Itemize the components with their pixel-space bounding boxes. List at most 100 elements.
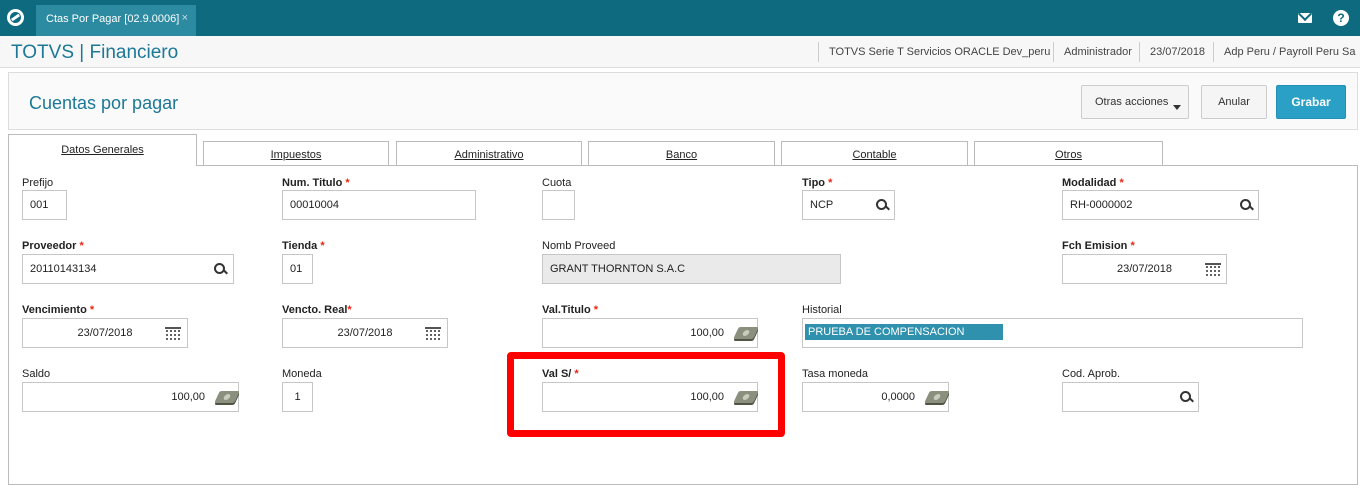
tienda-label: Tienda * bbox=[282, 240, 325, 252]
saldo-value: 100,00 bbox=[171, 391, 205, 403]
historial-value: PRUEBA DE COMPENSACION bbox=[805, 324, 1003, 340]
val-titulo-field[interactable]: 100,00 bbox=[542, 318, 759, 348]
tab-banco[interactable]: Banco bbox=[588, 141, 775, 167]
mail-icon[interactable] bbox=[1298, 13, 1312, 23]
num-titulo-label-text: Num. Titulo bbox=[282, 177, 343, 189]
required-marker: * bbox=[89, 304, 95, 316]
fch-emision-value: 23/07/2018 bbox=[1116, 263, 1173, 275]
more-actions-label: Otras acciones bbox=[1095, 96, 1169, 108]
vencimiento-field[interactable]: 23/07/2018 bbox=[22, 318, 188, 348]
tab-impuestos[interactable]: Impuestos bbox=[203, 141, 389, 167]
vencto-real-value: 23/07/2018 bbox=[337, 327, 393, 339]
divider bbox=[1053, 42, 1054, 62]
totvs-logo-icon[interactable] bbox=[7, 9, 24, 26]
nomb-proveed-field: GRANT THORNTON S.A.C bbox=[542, 254, 841, 284]
proveedor-field[interactable]: 20110143134 bbox=[22, 254, 234, 284]
highlight-box bbox=[507, 352, 785, 437]
cuota-label: Cuota bbox=[542, 177, 572, 189]
fch-emision-field[interactable]: 23/07/2018 bbox=[1062, 254, 1227, 284]
top-bar: Ctas Por Pagar [02.9.0006] × ? bbox=[0, 0, 1360, 36]
cancel-button[interactable]: Anular bbox=[1201, 85, 1267, 119]
moneda-label: Moneda bbox=[282, 368, 322, 380]
num-titulo-field[interactable]: 00010004 bbox=[282, 190, 476, 220]
modalidad-value: RH-0000002 bbox=[1070, 199, 1133, 211]
tienda-label-text: Tienda bbox=[282, 240, 318, 252]
help-icon[interactable]: ? bbox=[1333, 10, 1349, 26]
required-marker: * bbox=[1119, 177, 1124, 189]
vencimiento-label-text: Vencimiento bbox=[22, 304, 87, 316]
historial-label: Historial bbox=[802, 304, 842, 316]
prefijo-field[interactable]: 001 bbox=[22, 190, 67, 220]
vencto-real-label: Vencto. Real* bbox=[282, 304, 352, 316]
fch-emision-label: Fch Emision * bbox=[1062, 240, 1135, 252]
environment-label: TOTVS Serie T Servicios ORACLE Dev_peru bbox=[829, 46, 1051, 58]
cuota-field[interactable] bbox=[542, 190, 575, 220]
tab-contable[interactable]: Contable bbox=[781, 141, 968, 167]
user-label: Administrador bbox=[1064, 46, 1132, 58]
divider bbox=[1213, 42, 1214, 62]
vencto-real-label-text: Vencto. Real bbox=[282, 304, 348, 316]
app-header: TOTVS | Financiero TOTVS Serie T Servici… bbox=[0, 36, 1360, 68]
num-titulo-label: Num. Titulo * bbox=[282, 177, 350, 189]
required-marker: * bbox=[347, 304, 352, 316]
more-actions-button[interactable]: Otras acciones bbox=[1081, 85, 1189, 119]
prefijo-value: 001 bbox=[30, 199, 49, 211]
tipo-field[interactable]: NCP bbox=[802, 190, 895, 220]
cod-aprob-field[interactable] bbox=[1062, 382, 1199, 412]
tasa-moneda-value: 0,0000 bbox=[881, 391, 915, 403]
money-icon[interactable] bbox=[733, 327, 759, 339]
tab-datos-generales[interactable]: Datos Generales bbox=[8, 134, 197, 166]
money-icon[interactable] bbox=[924, 391, 950, 403]
val-titulo-value: 100,00 bbox=[690, 327, 724, 339]
nomb-proveed-label: Nomb Proveed bbox=[542, 240, 616, 252]
brand-title: TOTVS | Financiero bbox=[11, 42, 179, 63]
chevron-down-icon bbox=[1173, 105, 1181, 110]
search-icon[interactable] bbox=[875, 198, 889, 212]
page-title: Cuentas por pagar bbox=[29, 93, 179, 113]
required-marker: * bbox=[79, 240, 84, 252]
modalidad-label: Modalidad * bbox=[1062, 177, 1124, 189]
modalidad-label-text: Modalidad bbox=[1062, 177, 1117, 189]
search-icon[interactable] bbox=[213, 262, 227, 276]
close-tab-icon[interactable]: × bbox=[182, 12, 188, 24]
save-button[interactable]: Grabar bbox=[1276, 85, 1346, 119]
tipo-label: Tipo * bbox=[802, 177, 832, 189]
prefijo-label: Prefijo bbox=[22, 177, 54, 189]
company-label: Adp Peru / Payroll Peru Sa bbox=[1224, 46, 1356, 58]
required-marker: * bbox=[345, 177, 350, 189]
search-icon[interactable] bbox=[1179, 390, 1193, 404]
tipo-label-text: Tipo bbox=[802, 177, 826, 189]
app-tab[interactable]: Ctas Por Pagar [02.9.0006] × bbox=[36, 5, 196, 36]
required-marker: * bbox=[1130, 240, 1135, 252]
calendar-icon[interactable] bbox=[425, 327, 441, 341]
calendar-icon[interactable] bbox=[1205, 263, 1221, 277]
tasa-moneda-label: Tasa moneda bbox=[802, 368, 869, 380]
vencto-real-field[interactable]: 23/07/2018 bbox=[282, 318, 448, 348]
tienda-value: 01 bbox=[290, 263, 303, 275]
tienda-field[interactable]: 01 bbox=[282, 254, 313, 284]
moneda-field[interactable]: 1 bbox=[282, 382, 313, 412]
page-title-bar: Cuentas por pagar Otras acciones Anular … bbox=[8, 72, 1358, 130]
money-icon[interactable] bbox=[214, 391, 240, 403]
modalidad-field[interactable]: RH-0000002 bbox=[1062, 190, 1259, 220]
saldo-label: Saldo bbox=[22, 368, 51, 380]
search-icon[interactable] bbox=[1239, 198, 1253, 212]
vencimiento-label: Vencimiento * bbox=[22, 304, 94, 316]
cod-aprob-label: Cod. Aprob. bbox=[1062, 368, 1121, 380]
proveedor-value: 20110143134 bbox=[30, 263, 97, 275]
vencimiento-value: 23/07/2018 bbox=[77, 327, 133, 339]
required-marker: * bbox=[593, 304, 599, 316]
divider bbox=[1139, 42, 1140, 62]
proveedor-label: Proveedor * bbox=[22, 240, 84, 252]
tab-administrativo[interactable]: Administrativo bbox=[396, 141, 582, 167]
tab-otros[interactable]: Otros bbox=[974, 141, 1163, 167]
val-titulo-label: Val.Titulo * bbox=[542, 304, 598, 316]
saldo-field[interactable]: 100,00 bbox=[22, 382, 240, 412]
val-titulo-label-text: Val.Titulo bbox=[542, 304, 591, 316]
num-titulo-value: 00010004 bbox=[290, 199, 339, 211]
moneda-value: 1 bbox=[294, 391, 301, 403]
calendar-icon[interactable] bbox=[165, 327, 181, 341]
tasa-moneda-field[interactable]: 0,0000 bbox=[802, 382, 950, 412]
divider bbox=[818, 42, 819, 62]
required-marker: * bbox=[828, 177, 833, 189]
